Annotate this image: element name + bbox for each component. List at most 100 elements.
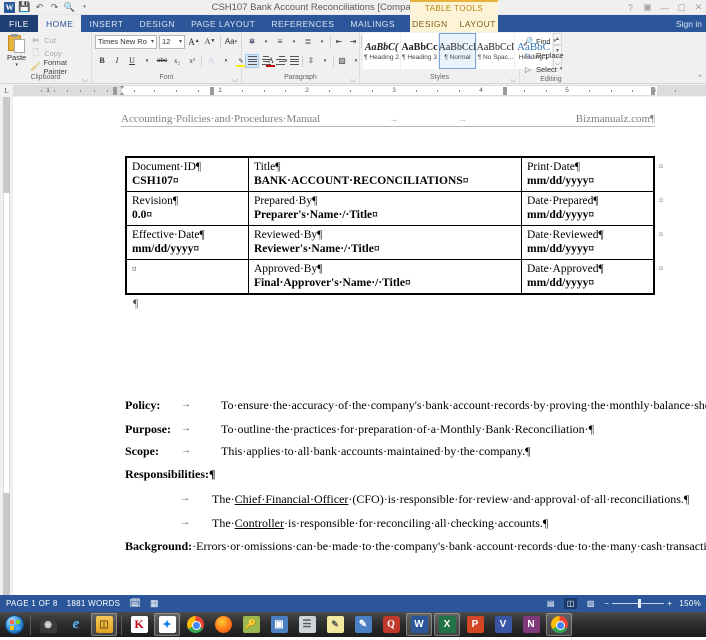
visio-icon[interactable]: V <box>490 613 516 636</box>
taskbar-pinned-group[interactable]: ◉ e ◫ <box>34 613 118 636</box>
page-indicator[interactable]: PAGE 1 OF 8 <box>6 599 58 608</box>
bullet-link[interactable]: Chief·Financial·Officer <box>235 492 349 506</box>
spell-check-icon[interactable]: 🗓 <box>129 598 141 609</box>
excel-icon[interactable]: X <box>434 613 460 636</box>
paragraph-background[interactable]: Background: ·Errors·or·omissions·can·be·… <box>125 538 706 555</box>
bullet-cfo[interactable]: → The·Chief·Financial·Officer·(CFO)·is·r… <box>125 491 689 508</box>
document-control-table[interactable]: Document·ID¶ CSH107¤ Title¶ BANK·ACCOUNT… <box>125 156 655 295</box>
underline-chevron-down-icon[interactable]: ▾ <box>140 54 154 68</box>
table-cell-approved-by[interactable]: Approved·By¶ Final·Approver's·Name·/·Tit… <box>247 259 522 295</box>
keyword-tool-icon[interactable]: 🔑 <box>238 613 264 636</box>
print-layout-button[interactable]: ◫ <box>564 598 578 609</box>
powerpoint-icon[interactable]: P <box>462 613 488 636</box>
underline-icon[interactable]: U <box>125 54 139 68</box>
cut-button[interactable]: ✄ Cut <box>30 34 88 47</box>
align-left-icon[interactable] <box>245 53 259 68</box>
bullets-icon[interactable]: ≡ <box>245 35 259 49</box>
ribbon-tabs[interactable]: FILE HOME INSERT DESIGN PAGE LAYOUT REFE… <box>0 15 706 32</box>
format-painter-button[interactable]: 🖌 Format Painter <box>30 58 88 76</box>
table-cell-print-date[interactable]: Print·Date¶ mm/dd/yyyy¤ <box>520 156 655 192</box>
style-heading-2[interactable]: AaBbC( ¶ Heading 2 <box>363 33 400 69</box>
style-heading-3[interactable]: AaBbCc ¶ Heading 3 <box>401 33 438 69</box>
numbering-chevron-down-icon[interactable]: ▾ <box>287 35 301 49</box>
web-layout-button[interactable]: ▨ <box>584 598 597 609</box>
bold-icon[interactable]: B <box>95 54 109 68</box>
word-count[interactable]: 1881 WORDS <box>67 599 121 608</box>
table-cell-document-id[interactable]: Document·ID¶ CSH107¤ <box>125 156 249 192</box>
tab-file[interactable]: FILE <box>0 15 38 32</box>
document-body[interactable]: Policy: → To·ensure·the·accuracy·of·the·… <box>125 397 706 555</box>
document-page[interactable]: Accounting·Policies·and·Procedures·Manua… <box>13 97 706 595</box>
zoom-in-button[interactable]: + <box>667 599 672 608</box>
snagit-icon[interactable]: ▣ <box>266 613 292 636</box>
quick-access-toolbar[interactable]: W 💾 ↶ ↷ 🔍 ▾ <box>0 1 91 14</box>
undo-icon[interactable]: ↶ <box>33 1 46 14</box>
zoom-thumb[interactable] <box>638 599 642 608</box>
table-cell-date-approved[interactable]: Date·Approved¶ mm/dd/yyyy¤ <box>520 259 655 295</box>
tab-insert[interactable]: INSERT <box>81 15 131 32</box>
change-case-icon[interactable]: Aa ▾ <box>224 35 238 49</box>
align-center-icon[interactable] <box>259 54 273 68</box>
tab-mailings[interactable]: MAILINGS <box>342 15 403 32</box>
print-preview-icon[interactable]: 🔍 <box>63 1 76 14</box>
folder-icon[interactable]: ◫ <box>91 613 117 636</box>
dropbox-icon[interactable]: ✦ <box>154 613 180 636</box>
taskbar-open-group[interactable]: K ✦ 🔑 ▣ ☰ ✎ ✎ Q W X P V N <box>125 613 573 636</box>
decrease-indent-icon[interactable]: ⇤ <box>332 35 346 49</box>
notes-icon[interactable]: ☰ <box>294 613 320 636</box>
paste-button[interactable]: Paste ▾ <box>3 33 30 68</box>
ruler-tab-stop-2[interactable] <box>210 87 214 95</box>
document-running-header[interactable]: Accounting·Policies·and·Procedures·Manua… <box>121 113 655 127</box>
quicken-icon[interactable]: Q <box>378 613 404 636</box>
shading-icon[interactable]: ▧ <box>335 54 349 68</box>
font-name-combo[interactable]: Times New Ro ▾ <box>95 34 157 49</box>
collapse-ribbon-icon[interactable]: ⌃ <box>697 74 703 82</box>
align-right-icon[interactable] <box>273 54 287 68</box>
style-no-spacing[interactable]: AaBbCcI ¶ No Spac... <box>477 33 514 69</box>
ruler-tab-stop-1[interactable] <box>113 87 117 95</box>
window-controls[interactable]: ? ▣ — ▢ ✕ <box>625 0 704 15</box>
find-chevron-down-icon[interactable]: ▾ <box>554 38 557 44</box>
multilevel-chevron-down-icon[interactable]: ▾ <box>315 35 329 49</box>
select-chevron-down-icon[interactable]: ▾ <box>560 66 563 72</box>
close-icon[interactable]: ✕ <box>693 2 704 13</box>
table-cell-effective-date[interactable]: Effective·Date¶ mm/dd/yyyy¤ <box>125 225 249 260</box>
font-size-combo[interactable]: 12 ▾ <box>159 34 185 49</box>
paste-dropdown-icon[interactable]: ▾ <box>15 62 18 68</box>
zoom-out-button[interactable]: − <box>604 599 609 608</box>
ruler-tab-stop-4[interactable] <box>651 87 655 95</box>
replace-button[interactable]: ⇆ Replace <box>523 49 564 61</box>
tab-table-layout[interactable]: LAYOUT <box>454 15 502 32</box>
sign-in-link[interactable]: Sign in <box>676 15 702 32</box>
paragraph-policy[interactable]: Policy: → To·ensure·the·accuracy·of·the·… <box>125 397 706 414</box>
zoom-track[interactable] <box>612 599 665 608</box>
table-cell-date-reviewed[interactable]: Date·Reviewed¶ mm/dd/yyyy¤ <box>520 225 655 260</box>
bullets-chevron-down-icon[interactable]: ▾ <box>259 35 273 49</box>
clipboard-dialog-launcher[interactable]: ◡ <box>82 75 88 83</box>
ribbon-display-options-icon[interactable]: ▣ <box>642 2 653 13</box>
table-cell-reviewed-by[interactable]: Reviewed·By¶ Reviewer's·Name·/·Title¤ <box>247 225 522 260</box>
webcam-icon[interactable]: ◉ <box>35 613 61 636</box>
save-icon[interactable]: 💾 <box>18 1 31 14</box>
language-icon[interactable]: ▦ <box>150 598 159 609</box>
paragraph-responsibilities-heading[interactable]: Responsibilities:¶ <box>125 466 673 483</box>
subscript-icon[interactable]: x₂ <box>170 54 184 68</box>
shrink-font-icon[interactable]: A ▼ <box>203 35 217 49</box>
read-mode-button[interactable]: ▤ <box>544 598 557 609</box>
zoom-level[interactable]: 150% <box>679 599 701 608</box>
firefox-icon[interactable] <box>210 613 236 636</box>
strikethrough-icon[interactable]: abc <box>155 54 169 68</box>
horizontal-ruler[interactable]: 1 1 2 3 4 5 6 <box>13 85 706 96</box>
increase-indent-icon[interactable]: ⇥ <box>346 35 360 49</box>
justify-icon[interactable] <box>287 54 301 68</box>
design-tool-icon[interactable]: ✎ <box>350 613 376 636</box>
redo-icon[interactable]: ↷ <box>48 1 61 14</box>
table-cell-revision[interactable]: Revision¶ 0.0¤ <box>125 191 249 226</box>
table-cell-empty[interactable]: ¤ <box>125 259 249 295</box>
bullet-controller[interactable]: → The·Controller·is·responsible·for·reco… <box>125 515 673 532</box>
ruler-tab-stop-3[interactable] <box>503 87 507 95</box>
first-line-indent-marker[interactable] <box>119 86 125 89</box>
line-spacing-icon[interactable]: ⇳ <box>304 54 318 68</box>
paragraph-scope[interactable]: Scope: → This·applies·to·all·bank·accoun… <box>125 443 673 460</box>
minimize-icon[interactable]: — <box>659 3 670 13</box>
